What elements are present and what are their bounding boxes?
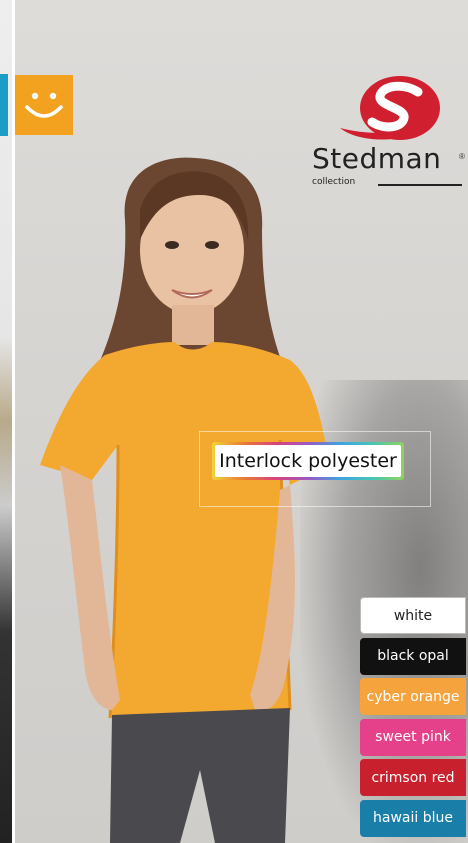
brand-logo: Stedman ® collection [308,74,468,194]
color-swatch-black-opal[interactable]: black opal [360,637,466,675]
previous-page-badge [0,74,8,136]
color-swatches: white black opal cyber orange sweet pink cri… [360,597,468,840]
brand-name: Stedman [312,142,442,175]
color-swatch-hawaii-blue[interactable]: hawaii blue [360,799,466,837]
product-label: Interlock polyester [212,442,404,480]
color-swatch-white[interactable]: white [360,597,466,634]
color-swatch-cyber-orange[interactable]: cyber orange [360,678,466,715]
product-label-text: Interlock polyester [215,445,401,477]
registered-mark: ® [459,152,465,161]
catalog-page: Stedman ® collection Interlock polyester… [0,0,468,843]
brand-subtitle: collection [312,177,356,187]
color-swatch-sweet-pink[interactable]: sweet pink [360,718,466,756]
color-swatch-crimson-red[interactable]: crimson red [360,759,466,796]
smiley-icon [25,92,63,118]
stedman-s-mark-icon [340,76,440,140]
brand-underline [378,184,462,186]
smiley-badge [15,75,73,135]
